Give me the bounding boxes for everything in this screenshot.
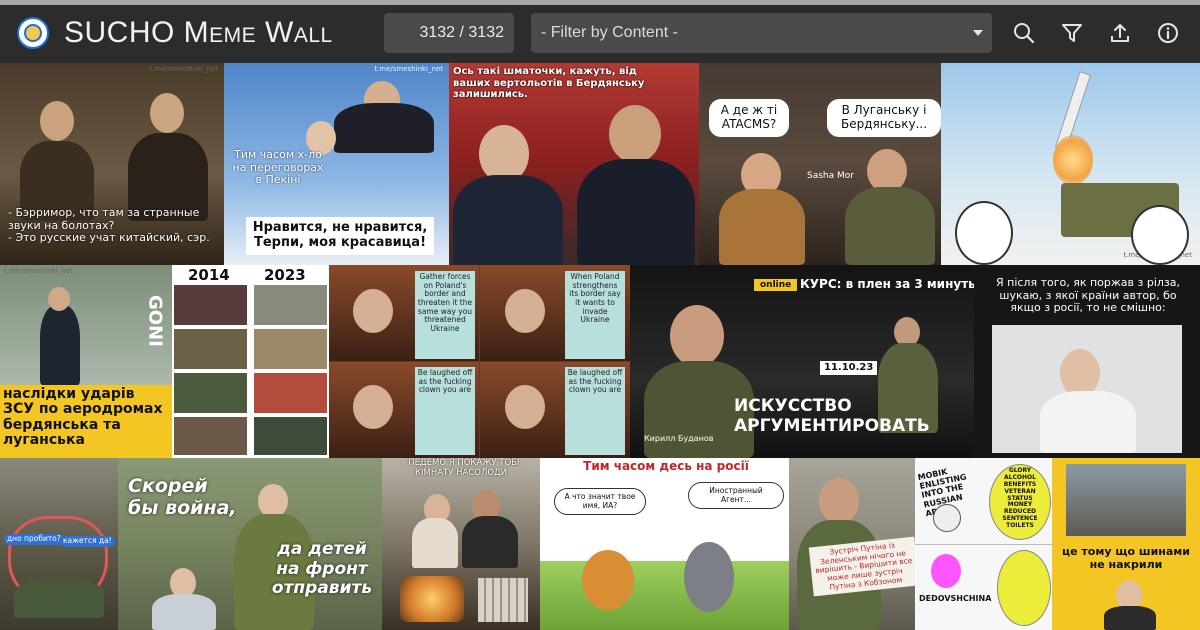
meme-sign: Be laughed off as the fucking clown you … [565,367,625,455]
app-title: SUCHO Meme Wall [64,16,333,49]
speech-bubble-right: В Луганську і Бердянську... [827,99,941,137]
meme-bottom-text: DEDOVSHCHINA [919,594,992,603]
meme-tile[interactable]: Тим часом десь на росії А что значит тво… [540,458,789,630]
meme-caption: - ПЕДЕМО Я ПОКАЖУ ТОБІ КІМНАТУ НАСОЛОДИ [402,458,520,478]
meme-caption-top: Скорей бы война, [128,475,237,519]
meme-caption-bottom: да детей на фронт отправить [271,539,373,599]
watermark: t.me/smeshinki_net [149,65,218,73]
heart-label-right: кажется да! [60,536,115,547]
meme-tile[interactable]: t.me/smeshinki_net - Бэрримор, что там з… [0,63,224,265]
meme-sign: Gather forces on Poland's border and thr… [415,271,475,359]
info-icon[interactable] [1156,21,1180,45]
watermark: t.me/smeshinki_net [374,65,443,73]
speech-bubble-left: А что значит твое имя, ИА? [554,488,646,516]
search-icon[interactable] [1012,21,1036,45]
meme-date: 11.10.23 [820,361,878,375]
meme-tile[interactable]: Ось такі шматочки, кажуть, від ваших вер… [449,63,699,265]
content-filter-label: - Filter by Content - [541,24,678,41]
app-header: SUCHO Meme Wall 3132 / 3132 - Filter by … [0,5,1200,63]
watermark: t.me/smeshinki_net [4,267,73,275]
meme-caption: - Бэрримор, что там за странные звуки на… [8,206,210,245]
speech-bubble-right: Иностранный Агент... [688,482,784,510]
speech-bubble-left: А де ж ті ATACMS? [709,99,789,137]
meme-grid: t.me/smeshinki_net - Бэрримор, что там з… [0,63,1200,630]
meme-tile[interactable]: online КУРС: в плен за 3 минуты 11.10.23… [630,265,974,458]
filter-icon[interactable] [1060,21,1084,45]
meme-tile[interactable]: Скорей бы война, да детей на фронт отпра… [118,458,382,630]
meme-caption: Ось такі шматочки, кажуть, від ваших вер… [453,66,645,100]
meme-caption: Зустріч Путіна із Зеленським нічого не в… [808,536,915,597]
meme-tile[interactable]: MOBIK ENLISTING INTO THE RUSSIAN ARMY GL… [915,458,1052,630]
meme-tile[interactable]: 2014 2023 [172,265,329,458]
meme-counter[interactable]: 3132 / 3132 [384,13,514,53]
meme-tile[interactable]: це тому що шинами не накрили [1052,458,1200,630]
meme-tile[interactable]: дно пробито? кажется да! [0,458,118,630]
meme-tile[interactable]: t.me/smeshinki_net Тим часом х-ло на пер… [224,63,449,265]
meme-tile[interactable]: t.me/smeshinki_net GONI наслідки ударів … [0,265,172,458]
meme-tile[interactable]: Gather forces on Poland's border and thr… [329,265,630,458]
meme-right-text: GLORY ALCOHOL BENEFITS VETERAN STATUS MO… [1002,467,1038,530]
meme-caption: це тому що шинами не накрили [1061,545,1191,571]
meme-tile[interactable]: - ПЕДЕМО Я ПОКАЖУ ТОБІ КІМНАТУ НАСОЛОДИ [382,458,540,630]
meme-tile[interactable]: Зустріч Путіна із Зеленським нічого не в… [789,458,915,630]
meme-caption: наслідки ударів ЗСУ по аеродромах бердян… [0,385,172,458]
upload-icon[interactable] [1108,21,1132,45]
chevron-down-icon [973,30,983,36]
year-right: 2023 [264,266,306,284]
meme-big-text: ИСКУССТВО АРГУМЕНТИРОВАТЬ [734,396,930,436]
year-left: 2014 [188,266,230,284]
heart-label-left: дно пробито? [4,534,64,545]
meme-sign: Be laughed off as the fucking clown you … [415,367,475,455]
meme-tile[interactable]: Я після того, як поржав з рілза, шукаю, … [974,265,1200,458]
brand-mark: GONI [144,295,166,347]
author-name: Sasha Mor [807,171,854,181]
meme-sign: When Poland strengthens its border say i… [565,271,625,359]
person-name: Кирилл Буданов [644,434,714,443]
meme-tile[interactable]: t.me/smeshinki_net [941,63,1200,265]
sucho-logo[interactable] [17,17,49,49]
meme-headline: КУРС: в плен за 3 минуты [800,277,974,291]
content-filter-select[interactable]: - Filter by Content - [531,13,992,53]
online-badge: online [754,279,798,292]
meme-tile[interactable]: А де ж ті ATACMS? В Луганську і Бердянсь… [699,63,941,265]
meme-caption-box: Нравится, не нравится, Терпи, моя красав… [246,217,434,255]
meme-side-caption: Тим часом х-ло на переговорах в Пекіні [232,148,324,187]
meme-title: Тим часом десь на росії [583,459,749,473]
meme-caption: Я після того, як поржав з рілза, шукаю, … [995,276,1180,315]
